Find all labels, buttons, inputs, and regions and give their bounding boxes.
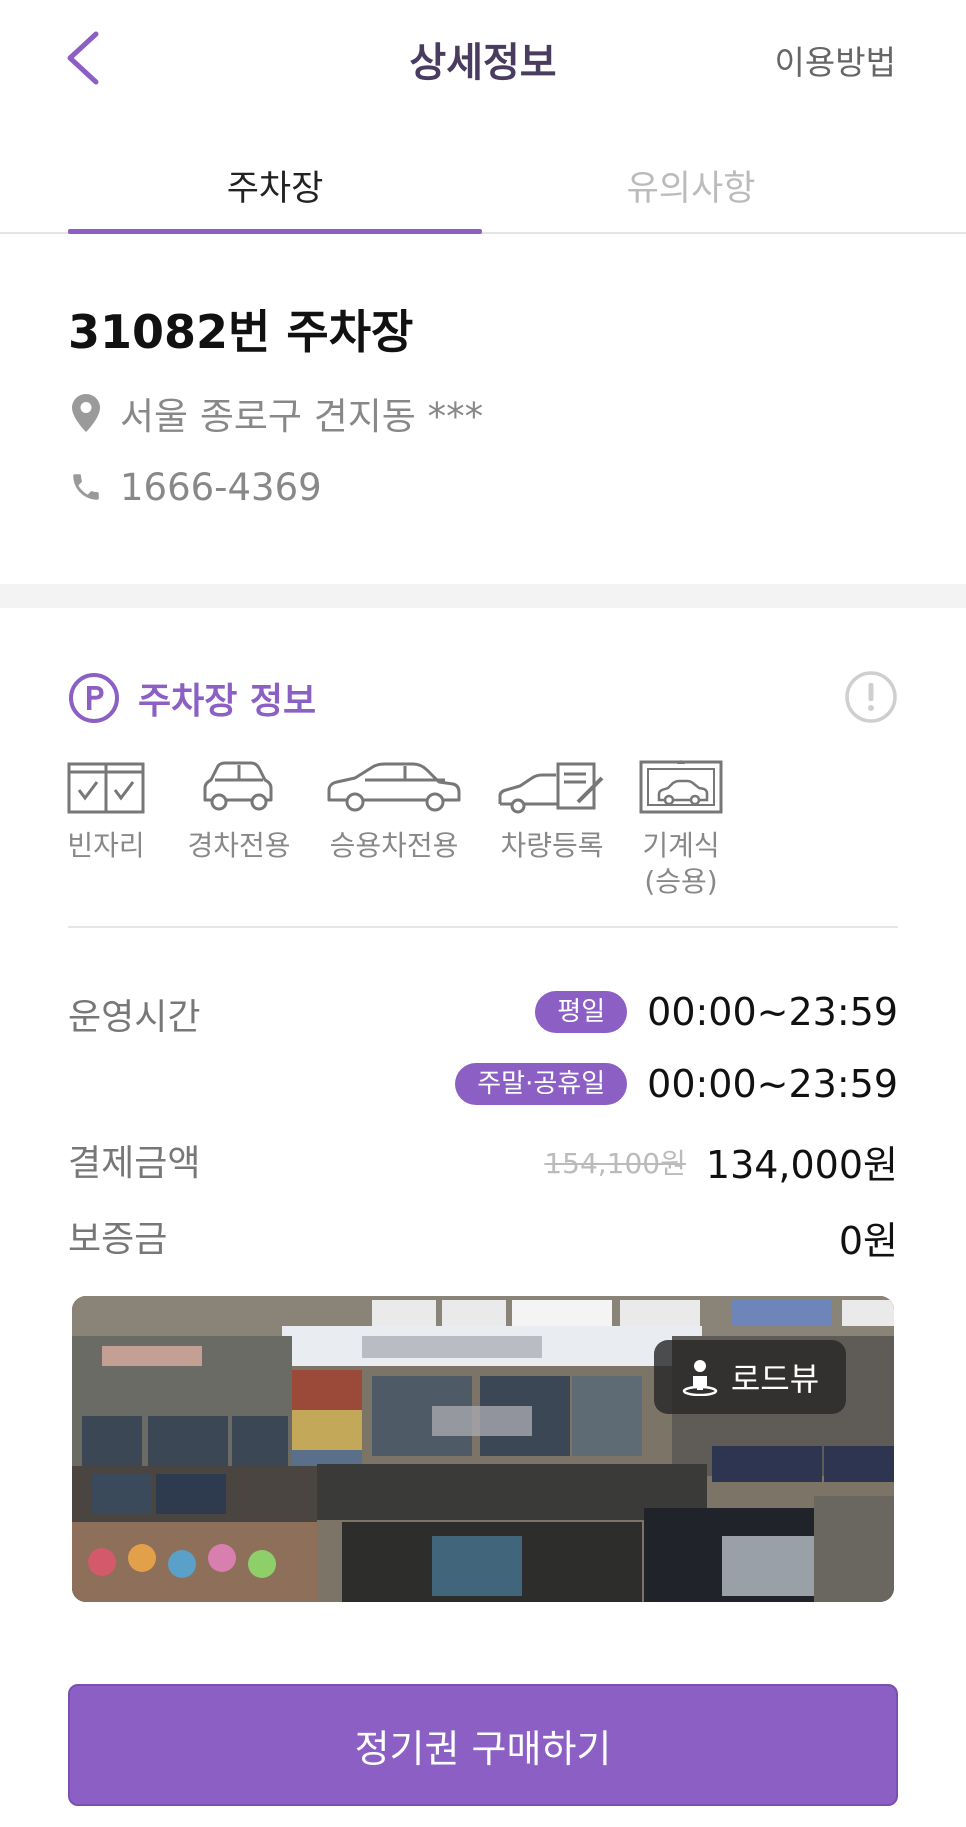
parking-lot-name: 31082번 주차장 [68,305,414,359]
weekday-badge: 평일 [535,991,628,1033]
feature-sedan: 승용차전용 [324,760,464,864]
buy-season-pass-label: 정기권 구매하기 [354,1726,612,1771]
app-header: 상세정보 이용방법 [0,0,966,118]
sale-price: 134,000원 [705,1143,898,1187]
buy-season-pass-button[interactable]: 정기권 구매하기 [68,1684,898,1806]
parking-p-icon [69,673,119,723]
vehicle-registration-icon [498,762,604,814]
feature-icons: 빈자리 경차전용 승용차전용 차량등록 기계식 (승용) [62,760,912,920]
feature-label: 경차전용 [187,829,291,862]
phone-row[interactable]: 1666-4369 [68,462,322,512]
feature-label-sub: (승용) [644,865,718,898]
compact-car-icon [203,761,273,811]
feature-vehicle-registration: 차량등록 [494,760,610,864]
deposit-row: 0원 [839,1210,898,1265]
mechanical-parking-icon [639,760,723,814]
roadview-button[interactable]: 로드뷰 [654,1340,846,1414]
empty-spaces-icon [67,762,145,814]
feature-empty-spaces: 빈자리 [62,760,150,864]
roadview-label: 로드뷰 [730,1360,820,1398]
feature-compact-car: 경차전용 [180,760,298,864]
sedan-icon [327,762,461,812]
tab-notes[interactable]: 유의사항 [484,160,898,211]
info-alert-icon[interactable] [844,670,898,724]
weekday-hours: 00:00~23:59 [647,990,898,1034]
feature-label: 승용차전용 [329,829,459,862]
tab-parking-lot[interactable]: 주차장 [68,160,482,211]
person-pin-icon [682,1360,718,1396]
location-pin-icon [68,391,104,435]
address-row: 서울 종로구 견지동 *** [68,388,483,438]
feature-label: 차량등록 [500,829,604,862]
phone-icon [68,465,104,509]
address-text: 서울 종로구 견지동 *** [120,395,484,438]
feature-mechanical-parking: 기계식 (승용) [636,760,726,900]
feature-label: 빈자리 [67,829,145,862]
weekend-hours: 00:00~23:59 [647,1062,898,1106]
deposit-label: 보증금 [68,1219,168,1260]
payment-row: 154,100원 134,000원 [544,1134,898,1189]
active-tab-indicator [68,229,482,234]
feature-label: 기계식 [642,829,720,862]
deposit-amount: 0원 [838,1219,898,1263]
original-price: 154,100원 [544,1146,686,1180]
how-to-link[interactable]: 이용방법 [775,36,896,84]
street-view-photo[interactable]: 로드뷰 [72,1296,894,1602]
section-separator [0,584,966,608]
hours-label: 운영시간 [68,997,201,1038]
section-divider [68,926,898,928]
phone-number[interactable]: 1666-4369 [120,466,322,509]
weekend-hours-row: 주말·공휴일 00:00~23:59 [455,1062,898,1106]
payment-label: 결제금액 [68,1143,201,1184]
parking-info-title: 주차장 정보 [138,681,317,722]
tab-bar: 주차장 유의사항 [0,140,966,234]
parking-info-header: 주차장 정보 [68,670,316,726]
weekend-badge: 주말·공휴일 [455,1063,628,1105]
weekday-hours-row: 평일 00:00~23:59 [535,990,898,1034]
